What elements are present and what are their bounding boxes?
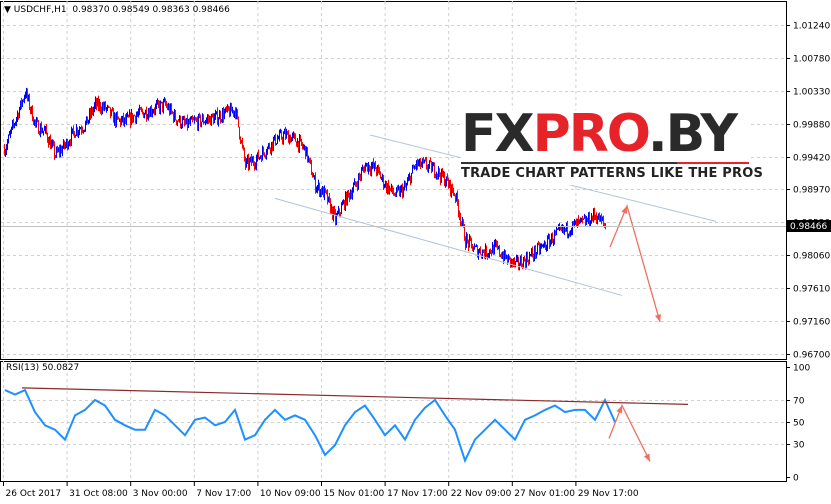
rsi-forecast-arrow [608,403,651,462]
symbol-label: USDCHF,H1 [13,5,67,15]
time-tick-label: 22 Nov 09:00 [451,489,512,499]
dropdown-triangle-icon[interactable]: ▼ [4,5,11,15]
chart-header: ▼ USDCHF,H1 0.98370 0.98549 0.98363 0.98… [4,5,230,15]
time-tick-label: 27 Nov 01:00 [514,489,575,499]
arrow-head-icon [654,314,661,323]
price-tick-label: 0.99880 [793,121,830,131]
price-tick-label: 0.98060 [793,252,830,262]
rsi-trendline [21,387,689,405]
time-tick-label: 17 Nov 17:00 [387,489,448,499]
time-tick-label: 10 Nov 09:00 [260,489,321,499]
price-tick-label: 1.00330 [793,88,830,98]
price-tick-label: 0.97160 [793,318,830,328]
time-tick-label: 15 Nov 01:00 [324,489,385,499]
forecast-arrow [609,204,661,323]
time-tick-label: 7 Nov 17:00 [196,489,251,499]
rsi-tick-label: 0 [793,474,799,484]
chart-canvas[interactable]: 1.01240 1.00780 1.00330 0.99880 0.99420 0.989… [0,0,831,504]
arrow-head-icon [621,206,628,215]
rsi-tick-label: 30 [793,441,805,451]
rsi-tick-label: 70 [793,397,805,407]
fxpro-logo: FXPRO.BY TRADE CHART PATTERNS LIKE THE P… [461,104,763,185]
time-tick-label: 29 Nov 17:00 [578,489,639,499]
current-price-label: 0.98466 [790,222,827,232]
ohlc-values: 0.98370 0.98549 0.98363 0.98466 [72,5,230,15]
rsi-tick-label: 50 [793,419,805,429]
price-tick-label: 1.00780 [793,55,830,65]
price-tick-label: 1.01240 [793,22,830,32]
price-tick-label: 0.97610 [793,285,830,295]
chart-window[interactable]: 1.01240 1.00780 1.00330 0.99880 0.99420 0.989… [0,0,831,504]
price-tick-label: 0.99420 [793,154,830,164]
time-tick-label: 31 Oct 08:00 [69,489,128,499]
price-tick-label: 0.98970 [793,186,830,196]
time-tick-label: 26 Oct 2017 [6,489,62,499]
rsi-tick-label: 100 [793,364,810,374]
time-tick-label: 3 Nov 00:00 [133,489,188,499]
rsi-label: RSI(13) 50.0827 [6,363,80,373]
price-tick-label: 0.96700 [793,351,830,361]
arrow-head-icon [616,405,623,414]
